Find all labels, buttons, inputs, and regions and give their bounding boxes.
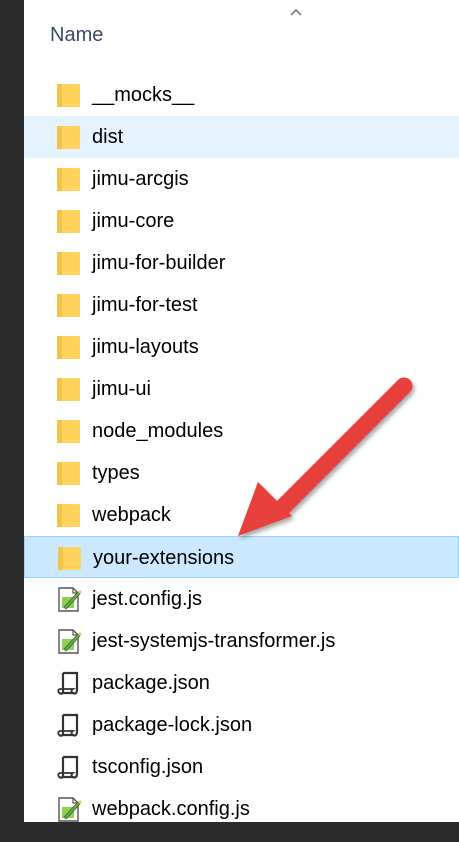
file-row[interactable]: webpack (24, 494, 459, 536)
file-list: __mocks__dist jimu-arcgis jimu-core jimu-fo… (24, 74, 459, 830)
file-row[interactable]: jimu-arcgis (24, 158, 459, 200)
file-row[interactable]: jest-systemjs-transformer.js (24, 620, 459, 662)
js-file-icon (56, 628, 82, 654)
file-name: jimu-ui (92, 378, 151, 400)
folder-icon (56, 82, 82, 108)
json-file-icon (56, 754, 82, 780)
file-name: jimu-layouts (92, 336, 199, 358)
file-name: jimu-core (92, 210, 175, 232)
js-file-icon (56, 586, 82, 612)
file-name: __mocks__ (92, 84, 195, 106)
file-name: node_modules (92, 420, 224, 442)
json-file-icon (56, 670, 82, 696)
folder-icon (56, 292, 82, 318)
file-row[interactable]: jimu-ui (24, 368, 459, 410)
folder-icon (56, 334, 82, 360)
file-row[interactable]: __mocks__ (24, 74, 459, 116)
file-name: webpack.config.js (92, 798, 250, 820)
file-list-panel: Name __mocks__dist jimu-arcgis jimu-core ji… (24, 0, 459, 822)
file-row[interactable]: node_modules (24, 410, 459, 452)
folder-icon (56, 502, 82, 528)
folder-icon (56, 166, 82, 192)
file-name: types (92, 462, 140, 484)
file-row[interactable]: jimu-for-builder (24, 242, 459, 284)
file-row[interactable]: dist (24, 116, 459, 158)
folder-icon (57, 545, 83, 571)
folder-icon (56, 250, 82, 276)
folder-icon (56, 376, 82, 402)
name-column-header[interactable]: Name (50, 24, 103, 47)
file-name: jest-systemjs-transformer.js (92, 630, 336, 652)
sort-ascending-icon (290, 8, 302, 16)
folder-icon (56, 460, 82, 486)
file-name: jimu-for-builder (92, 252, 226, 274)
file-row[interactable]: jimu-for-test (24, 284, 459, 326)
file-row[interactable]: jimu-core (24, 200, 459, 242)
file-name: tsconfig.json (92, 756, 204, 778)
folder-icon (56, 418, 82, 444)
json-file-icon (56, 712, 82, 738)
file-name: your-extensions (93, 547, 235, 569)
file-row[interactable]: package.json (24, 662, 459, 704)
file-row[interactable]: webpack.config.js (24, 788, 459, 830)
folder-icon (56, 208, 82, 234)
folder-icon (56, 124, 82, 150)
file-name: jimu-for-test (92, 294, 198, 316)
file-row[interactable]: jimu-layouts (24, 326, 459, 368)
file-name: webpack (92, 504, 171, 526)
file-name: package.json (92, 672, 210, 694)
file-row[interactable]: package-lock.json (24, 704, 459, 746)
file-name: package-lock.json (92, 714, 253, 736)
file-row[interactable]: types (24, 452, 459, 494)
file-name: jimu-arcgis (92, 168, 189, 190)
column-header: Name (24, 0, 459, 68)
file-name: dist (92, 126, 124, 148)
file-row[interactable]: tsconfig.json (24, 746, 459, 788)
file-row[interactable]: jest.config.js (24, 578, 459, 620)
js-file-icon (56, 796, 82, 822)
file-name: jest.config.js (92, 588, 203, 610)
file-row[interactable]: your-extensions (24, 536, 459, 578)
